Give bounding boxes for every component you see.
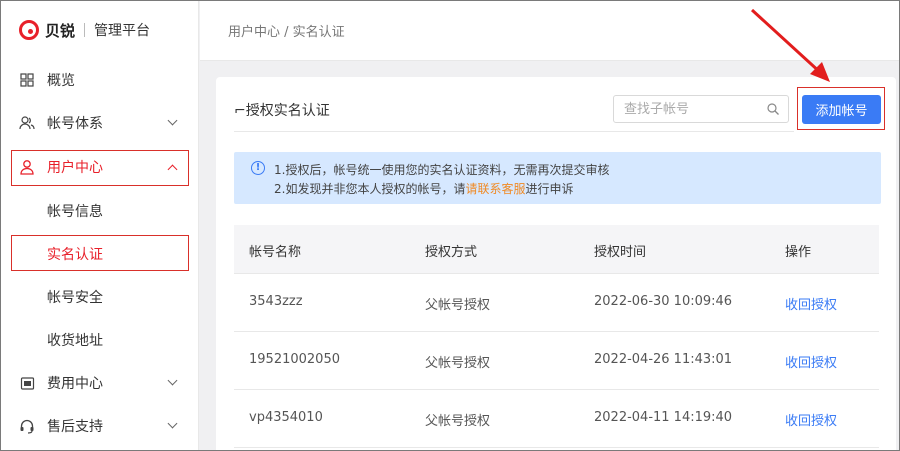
sidebar-item-label: 售后支持: [47, 419, 103, 435]
notice-line-1: 1.授权后，帐号统一使用您的实名认证资料，无需再次提交审核: [274, 163, 610, 177]
auth-time-cell: 2022-06-30 10:09:46: [594, 294, 733, 309]
brand-subtitle: 管理平台: [94, 23, 151, 39]
auth-time-cell: 2022-04-11 14:19:40: [594, 410, 733, 425]
brand-name: 贝锐: [45, 21, 76, 40]
revoke-auth-link[interactable]: 收回授权: [785, 352, 837, 371]
sidebar-subitem-label: 帐号安全: [47, 290, 103, 306]
brand-logo-icon: [19, 20, 39, 40]
highlight-box-user-center: [11, 150, 189, 186]
revoke-auth-link[interactable]: 收回授权: [785, 410, 837, 429]
column-header: 授权方式: [425, 245, 478, 260]
app-window: 贝锐 管理平台 概览 帐号体系 用户中心 帐号信息 实名认证 帐号安全 收货地址…: [0, 0, 900, 451]
add-account-button[interactable]: 添加帐号: [802, 95, 881, 124]
headset-icon: [19, 418, 35, 434]
sidebar-subitem-address[interactable]: 收货地址: [1, 319, 199, 359]
chevron-down-icon: [167, 418, 178, 429]
logo[interactable]: 贝锐 管理平台: [19, 19, 150, 41]
logo-divider: [84, 23, 86, 37]
table-row: 19521002050 父帐号授权 2022-04-26 11:43:01 收回…: [234, 332, 879, 390]
highlight-box-real-name: [11, 235, 189, 271]
table-row: 3543zzz 父帐号授权 2022-06-30 10:09:46 收回授权: [234, 274, 879, 332]
auth-method-cell: 父帐号授权: [425, 414, 491, 429]
revoke-auth-link[interactable]: 收回授权: [785, 294, 837, 313]
users-icon: [19, 115, 35, 131]
sidebar-item-account-system[interactable]: 帐号体系: [1, 103, 199, 143]
search-input[interactable]: [624, 96, 764, 122]
search-icon[interactable]: [767, 103, 779, 115]
sidebar-item-label: 概览: [47, 73, 75, 89]
table-row: vp4354010 父帐号授权 2022-04-11 14:19:40 收回授权: [234, 390, 879, 448]
sidebar-subitem-label: 收货地址: [47, 333, 103, 349]
contact-support-link[interactable]: 请联系客服: [465, 182, 525, 196]
sidebar-item-label: 费用中心: [47, 376, 103, 392]
account-name-cell: 19521002050: [249, 352, 340, 367]
search-box: [613, 95, 789, 123]
notice-line-2: 2.如发现并非您本人授权的帐号，请请联系客服进行申诉: [274, 180, 573, 197]
column-header: 帐号名称: [249, 245, 302, 260]
account-name-cell: vp4354010: [249, 410, 323, 425]
sidebar-subitem-account-security[interactable]: 帐号安全: [1, 276, 199, 316]
chevron-down-icon: [167, 115, 178, 126]
title-divider: [234, 131, 794, 132]
auth-method-cell: 父帐号授权: [425, 298, 491, 313]
sidebar-item-label: 帐号体系: [47, 116, 103, 132]
notice-line-2-suffix: 进行申诉: [525, 182, 574, 196]
column-header: 授权时间: [594, 245, 647, 260]
page-title: ⌐授权实名认证: [234, 103, 330, 119]
breadcrumb: 用户中心 / 实名认证: [228, 25, 345, 40]
wallet-icon: [19, 375, 35, 391]
column-header: 操作: [785, 245, 812, 260]
chevron-down-icon: [167, 375, 178, 386]
info-notice: ! 1.授权后，帐号统一使用您的实名认证资料，无需再次提交审核 2.如发现并非您…: [234, 152, 881, 204]
main-card: ⌐授权实名认证 添加帐号 ! 1.授权后，帐号统一使用您的实名认证资料，无需再次…: [216, 77, 896, 450]
info-icon: !: [251, 161, 265, 175]
auth-method-cell: 父帐号授权: [425, 356, 491, 371]
table-header: 帐号名称 授权方式 授权时间 操作: [234, 225, 879, 274]
sidebar-item-overview[interactable]: 概览: [1, 60, 199, 100]
grid-icon: [19, 72, 35, 88]
sidebar-subitem-account-info[interactable]: 帐号信息: [1, 190, 199, 230]
account-name-cell: 3543zzz: [249, 294, 303, 309]
auth-time-cell: 2022-04-26 11:43:01: [594, 352, 733, 367]
sidebar-subitem-label: 帐号信息: [47, 204, 103, 220]
sidebar-item-billing[interactable]: 费用中心: [1, 363, 199, 403]
annotation-arrow-icon: [750, 8, 830, 82]
sidebar: 贝锐 管理平台 概览 帐号体系 用户中心 帐号信息 实名认证 帐号安全 收货地址…: [1, 1, 199, 450]
sidebar-item-support[interactable]: 售后支持: [1, 406, 199, 446]
notice-line-2-prefix: 2.如发现并非您本人授权的帐号，请: [274, 182, 466, 196]
